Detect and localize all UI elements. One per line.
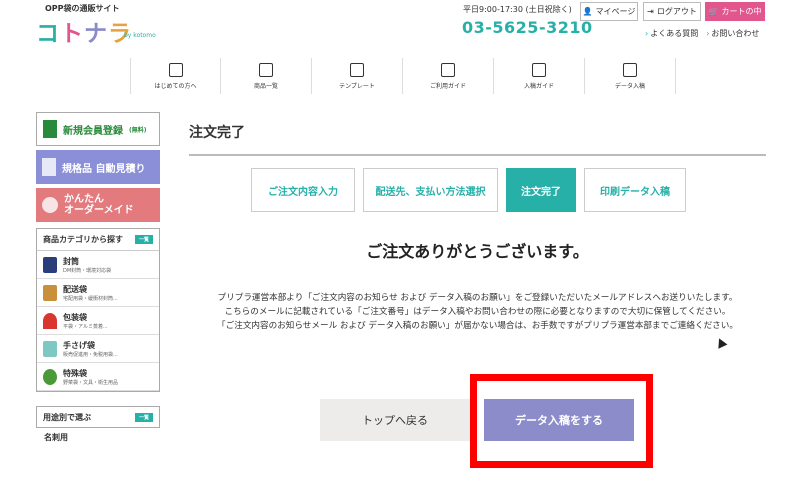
step-order-complete: 注文完了 [506, 168, 576, 212]
category-item-shipping[interactable]: 配送袋 宅配用袋・緩衝材封筒... [37, 279, 159, 307]
chevron-right-icon: › [706, 29, 710, 38]
highlight-box [470, 374, 653, 468]
beginner-mark-icon [43, 120, 57, 138]
category-list-link[interactable]: 一覧 [134, 235, 153, 244]
step-shipping-payment: 配送先、支払い方法選択 [363, 168, 498, 212]
category-item-packaging[interactable]: 包装袋 平袋・アルミ蒸着... [37, 307, 159, 335]
envelope-thumbnail [43, 256, 57, 273]
phone-number[interactable]: 03-5625-3210 [462, 18, 593, 37]
completion-message: プリプラ運営本部より「ご注文内容のお知らせ および データ入稿のお願い」をご登録… [217, 293, 738, 331]
title-divider [189, 154, 766, 156]
order-steps: ご注文内容入力 配送先、支払い方法選択 注文完了 印刷データ入稿 [251, 168, 686, 212]
custom-order-button[interactable]: かんたん オーダーメイド [36, 188, 160, 222]
step-order-input: ご注文内容入力 [251, 168, 355, 212]
site-tagline: OPP袋の通販サイト [45, 4, 120, 13]
category-item-special[interactable]: 特殊袋 野菜袋・文具・衛生用品 [37, 363, 159, 391]
nav-submission-guide[interactable]: 入稿ガイド [494, 58, 585, 94]
logout-icon: ⇥ [647, 7, 654, 16]
calculator-icon [42, 158, 56, 176]
upload-icon [623, 62, 637, 77]
category-header: 商品カテゴリから探す 一覧 [37, 229, 159, 251]
user-icon: 👤 [582, 7, 593, 16]
order-icon [42, 197, 58, 213]
cart-button[interactable]: 🛒 カートの中 [705, 2, 765, 21]
product-icon [259, 62, 273, 77]
mypage-button[interactable]: 👤 マイページ [580, 2, 638, 21]
faq-link[interactable]: › よくある質問 [645, 28, 698, 39]
contact-link[interactable]: › お問い合わせ [706, 28, 759, 39]
step-data-upload: 印刷データ入稿 [584, 168, 686, 212]
nav-guide[interactable]: ご利用ガイド [403, 58, 494, 94]
main-nav: はじめての方へ 商品一覧 テンプレート ご利用ガイド 入稿ガイド データ入稿 [130, 58, 676, 94]
thanks-heading: ご注文ありがとうございます。 [366, 242, 589, 261]
nav-templates[interactable]: テンプレート [312, 58, 403, 94]
header-links: › よくある質問 › お問い合わせ [645, 28, 759, 39]
back-to-top-button[interactable]: トップへ戻る [320, 399, 470, 441]
shipping-box-thumbnail [43, 284, 57, 301]
site-logo[interactable]: コトナラ [36, 14, 132, 48]
category-item-handbag[interactable]: 手さげ袋 販売促進用・免税用袋... [37, 335, 159, 363]
auto-quote-button[interactable]: 規格品 自動見積り [36, 150, 160, 184]
nav-data-upload[interactable]: データ入稿 [585, 58, 676, 94]
category-item-envelope[interactable]: 封筒 DM封筒・環境対応袋 [37, 251, 159, 279]
sidebar: 新規会員登録 (無料) 規格品 自動見積り かんたん オーダーメイド 商品カテゴリか… [36, 112, 160, 443]
category-box: 商品カテゴリから探す 一覧 封筒 DM封筒・環境対応袋 配送袋 宅配用袋・緩衝材封筒.… [36, 228, 160, 392]
special-bag-thumbnail [43, 368, 57, 385]
logout-button[interactable]: ⇥ ログアウト [643, 2, 701, 21]
monitor-icon [532, 62, 546, 77]
mouse-cursor-icon [714, 336, 728, 349]
lightbulb-icon [441, 62, 455, 77]
use-category-header: 用途別で選ぶ 一覧 [36, 406, 160, 428]
handbag-thumbnail [43, 340, 57, 357]
use-list-link[interactable]: 一覧 [134, 412, 153, 422]
site-header: OPP袋の通販サイト コトナラ by kotomo 平日9:00-17:30 (… [0, 0, 800, 50]
nav-products[interactable]: 商品一覧 [221, 58, 312, 94]
logo-byline: by kotomo [124, 32, 156, 39]
register-button[interactable]: 新規会員登録 (無料) [36, 112, 160, 146]
use-item-businesscard[interactable]: 名刺用 [36, 432, 160, 443]
business-hours: 平日9:00-17:30 (土日祝除く) [463, 5, 572, 14]
packaging-thumbnail [43, 312, 57, 329]
chevron-right-icon: › [645, 29, 649, 38]
cart-icon: 🛒 [708, 7, 719, 16]
beginner-mark-icon [168, 62, 183, 77]
page-title: 注文完了 [189, 125, 245, 141]
nav-beginner[interactable]: はじめての方へ [130, 58, 221, 94]
zip-file-icon [350, 62, 364, 77]
